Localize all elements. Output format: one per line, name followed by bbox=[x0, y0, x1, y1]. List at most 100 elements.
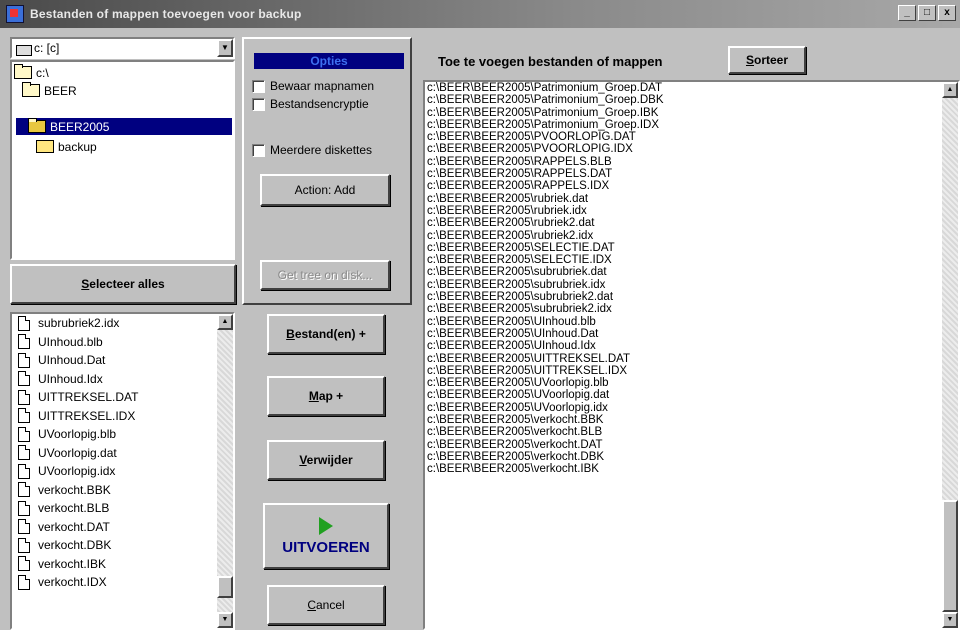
file-icon bbox=[18, 574, 30, 590]
dir-item-backup[interactable]: backup bbox=[36, 138, 97, 155]
maximize-button[interactable]: □ bbox=[918, 5, 936, 21]
list-item[interactable]: verkocht.BBK bbox=[12, 481, 233, 500]
get-tree-label: Get tree on disk... bbox=[277, 268, 373, 282]
list-item[interactable]: UVoorlopig.blb bbox=[12, 425, 233, 444]
list-item[interactable]: UITTREKSEL.IDX bbox=[12, 407, 233, 426]
list-item[interactable]: c:\BEER\BEER2005\UITTREKSEL.DAT bbox=[425, 353, 958, 365]
minimize-button[interactable]: _ bbox=[898, 5, 916, 21]
files-to-add-list[interactable]: c:\BEER\BEER2005\Patrimonium_Groep.DAT c:… bbox=[423, 80, 960, 630]
list-item[interactable]: verkocht.DBK bbox=[12, 536, 233, 555]
list-item[interactable]: c:\BEER\BEER2005\verkocht.IBK bbox=[425, 463, 958, 475]
scroll-thumb[interactable] bbox=[942, 500, 958, 612]
dir-item-beer[interactable]: BEER bbox=[22, 82, 77, 99]
list-item[interactable]: verkocht.DAT bbox=[12, 518, 233, 537]
sort-label: Sorteer bbox=[745, 53, 789, 67]
list-item[interactable]: c:\BEER\BEER2005\Patrimonium_Groep.DBK bbox=[425, 94, 958, 106]
select-all-button[interactable]: Selecteer alles bbox=[10, 264, 236, 304]
list-item[interactable]: c:\BEER\BEER2005\subrubriek2.dat bbox=[425, 291, 958, 303]
scroll-down-arrow-icon[interactable]: ▼ bbox=[217, 612, 233, 628]
list-item[interactable]: UVoorlopig.dat bbox=[12, 444, 233, 463]
action-add-button[interactable]: Action: Add bbox=[260, 174, 390, 206]
files-to-add-header: Toe te voegen bestanden of mappen bbox=[438, 54, 663, 69]
list-item[interactable]: c:\BEER\BEER2005\Patrimonium_Groep.IDX bbox=[425, 119, 958, 131]
list-item[interactable]: c:\BEER\BEER2005\verkocht.BBK bbox=[425, 414, 958, 426]
list-item[interactable]: c:\BEER\BEER2005\UVoorlopig.blb bbox=[425, 377, 958, 389]
chevron-down-icon[interactable]: ▼ bbox=[217, 39, 233, 57]
list-item[interactable]: c:\BEER\BEER2005\SELECTIE.DAT bbox=[425, 242, 958, 254]
file-name: verkocht.DAT bbox=[38, 519, 110, 534]
dir-item-c-root[interactable]: c:\ bbox=[14, 64, 49, 81]
list-item[interactable]: c:\BEER\BEER2005\Patrimonium_Groep.IBK bbox=[425, 107, 958, 119]
keep-folder-names-checkbox[interactable]: Bewaar mapnamen bbox=[252, 79, 374, 93]
list-item[interactable]: c:\BEER\BEER2005\subrubriek2.idx bbox=[425, 303, 958, 315]
checkbox-box[interactable] bbox=[252, 79, 265, 93]
list-item[interactable]: c:\BEER\BEER2005\Patrimonium_Groep.DAT bbox=[425, 82, 958, 94]
scroll-down-arrow-icon[interactable]: ▼ bbox=[942, 612, 958, 628]
title-bar[interactable]: Bestanden of mappen toevoegen voor backu… bbox=[0, 0, 960, 28]
dir-item-beer2005[interactable]: BEER2005 bbox=[16, 118, 232, 135]
list-item[interactable]: c:\BEER\BEER2005\subrubriek.dat bbox=[425, 266, 958, 278]
list-item[interactable]: c:\BEER\BEER2005\UITTREKSEL.IDX bbox=[425, 365, 958, 377]
list-item[interactable]: c:\BEER\BEER2005\verkocht.DAT bbox=[425, 439, 958, 451]
sort-button[interactable]: Sorteer bbox=[728, 46, 806, 74]
list-item[interactable]: c:\BEER\BEER2005\PVOORLOPIG.IDX bbox=[425, 143, 958, 155]
list-item[interactable]: c:\BEER\BEER2005\RAPPELS.IDX bbox=[425, 180, 958, 192]
close-button[interactable]: x bbox=[938, 5, 956, 21]
run-label: UITVOEREN bbox=[282, 538, 370, 556]
file-icon bbox=[18, 463, 30, 479]
list-item[interactable]: c:\BEER\BEER2005\verkocht.BLB bbox=[425, 426, 958, 438]
checkbox-box[interactable] bbox=[252, 143, 265, 157]
list-item[interactable]: UInhoud.blb bbox=[12, 333, 233, 352]
file-encryption-checkbox[interactable]: Bestandsencryptie bbox=[252, 97, 369, 111]
file-icon bbox=[18, 389, 30, 405]
list-item[interactable]: verkocht.IBK bbox=[12, 555, 233, 574]
list-item[interactable]: c:\BEER\BEER2005\SELECTIE.IDX bbox=[425, 254, 958, 266]
add-folder-button[interactable]: Map + bbox=[267, 376, 385, 416]
drive-icon bbox=[16, 45, 32, 56]
list-item[interactable]: UInhoud.Dat bbox=[12, 351, 233, 370]
list-item[interactable]: c:\BEER\BEER2005\subrubriek.idx bbox=[425, 279, 958, 291]
list-item[interactable]: c:\BEER\BEER2005\PVOORLOPIG.DAT bbox=[425, 131, 958, 143]
dir-item-label: backup bbox=[58, 139, 97, 154]
list-item[interactable]: subrubriek2.idx bbox=[12, 314, 233, 333]
list-item[interactable]: verkocht.IDX bbox=[12, 573, 233, 592]
list-item[interactable]: c:\BEER\BEER2005\RAPPELS.BLB bbox=[425, 156, 958, 168]
file-name: UInhoud.Idx bbox=[38, 371, 103, 386]
add-files-button[interactable]: Bestand(en) + bbox=[267, 314, 385, 354]
list-item[interactable]: c:\BEER\BEER2005\rubriek2.idx bbox=[425, 230, 958, 242]
checkbox-box[interactable] bbox=[252, 97, 265, 111]
app-icon bbox=[6, 5, 24, 23]
list-item[interactable]: UITTREKSEL.DAT bbox=[12, 388, 233, 407]
file-name: verkocht.IBK bbox=[38, 556, 107, 571]
list-item[interactable]: UVoorlopig.idx bbox=[12, 462, 233, 481]
file-name: verkocht.IDX bbox=[38, 575, 107, 590]
file-list-scrollbar[interactable]: ▲ ▼ bbox=[217, 314, 233, 628]
list-item[interactable]: UInhoud.Idx bbox=[12, 370, 233, 389]
list-item[interactable]: verkocht.BLB bbox=[12, 499, 233, 518]
drive-select[interactable]: c: [c] ▼ bbox=[10, 37, 235, 59]
remove-button[interactable]: Verwijder bbox=[267, 440, 385, 480]
list-item[interactable]: c:\BEER\BEER2005\UVoorlopig.idx bbox=[425, 402, 958, 414]
folder-closed-icon bbox=[36, 140, 54, 153]
cancel-button[interactable]: Cancel bbox=[267, 585, 385, 625]
run-button[interactable]: UITVOEREN bbox=[263, 503, 389, 569]
list-item[interactable]: c:\BEER\BEER2005\UInhoud.Idx bbox=[425, 340, 958, 352]
directory-tree[interactable]: c:\ BEER BEER2005 backup bbox=[10, 60, 235, 260]
list-item[interactable]: c:\BEER\BEER2005\UInhoud.blb bbox=[425, 316, 958, 328]
list-item[interactable]: c:\BEER\BEER2005\UVoorlopig.dat bbox=[425, 389, 958, 401]
scroll-up-arrow-icon[interactable]: ▲ bbox=[217, 314, 233, 330]
multiple-disks-checkbox[interactable]: Meerdere diskettes bbox=[252, 143, 372, 157]
file-name: UITTREKSEL.DAT bbox=[38, 390, 139, 405]
scroll-up-arrow-icon[interactable]: ▲ bbox=[942, 82, 958, 98]
file-list[interactable]: subrubriek2.idx UInhoud.blb UInhoud.Dat UIn… bbox=[10, 312, 235, 630]
list-item[interactable]: c:\BEER\BEER2005\UInhoud.Dat bbox=[425, 328, 958, 340]
list-item[interactable]: c:\BEER\BEER2005\rubriek.dat bbox=[425, 193, 958, 205]
file-name: subrubriek2.idx bbox=[38, 316, 120, 331]
list-item[interactable]: c:\BEER\BEER2005\verkocht.DBK bbox=[425, 451, 958, 463]
file-icon bbox=[18, 408, 30, 424]
scroll-thumb[interactable] bbox=[217, 576, 233, 598]
files-to-add-scrollbar[interactable]: ▲ ▼ bbox=[942, 82, 958, 628]
list-item[interactable]: c:\BEER\BEER2005\rubriek2.dat bbox=[425, 217, 958, 229]
list-item[interactable]: c:\BEER\BEER2005\rubriek.idx bbox=[425, 205, 958, 217]
list-item[interactable]: c:\BEER\BEER2005\RAPPELS.DAT bbox=[425, 168, 958, 180]
